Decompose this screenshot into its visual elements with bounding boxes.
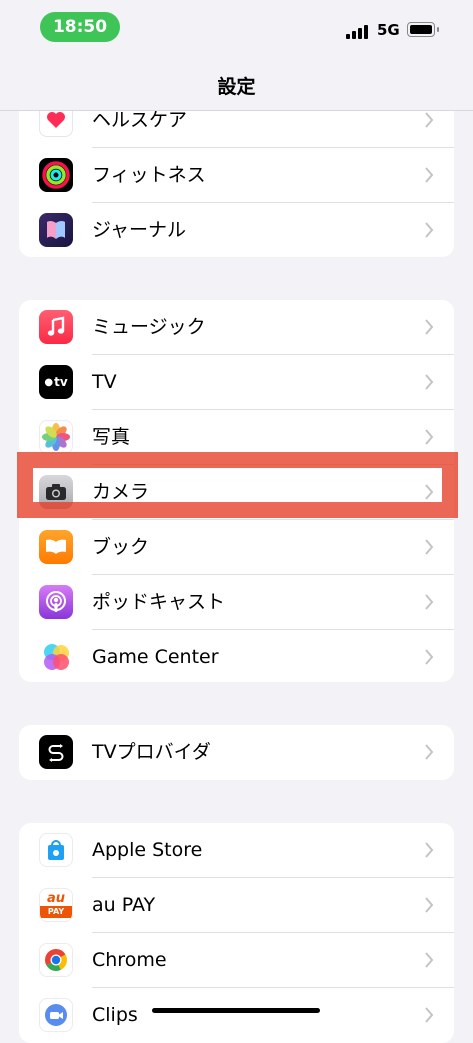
chevron-right-icon	[425, 374, 434, 390]
settings-group-media: ミュージック ● tv TV 写真 カメラ ブック ポッドキャスト Game C…	[19, 300, 454, 682]
settings-row-clips[interactable]: Clips	[19, 988, 454, 1043]
apple-store-icon	[39, 833, 73, 867]
page-title: 設定	[217, 76, 256, 98]
settings-row-books[interactable]: ブック	[19, 520, 454, 575]
settings-row-label: au PAY	[92, 894, 156, 916]
settings-list[interactable]: ヘルスケア フィットネス ジャーナル ミュージック ● tv TV 写真 カメラ…	[0, 0, 473, 1043]
chevron-right-icon	[425, 897, 434, 913]
chevron-right-icon	[425, 539, 434, 555]
settings-row-tv-provider[interactable]: TVプロバイダ	[19, 725, 454, 780]
chrome-icon	[39, 943, 73, 977]
settings-row-podcasts[interactable]: ポッドキャスト	[19, 575, 454, 630]
settings-row-chrome[interactable]: Chrome	[19, 933, 454, 988]
settings-row-label: Game Center	[92, 646, 219, 668]
settings-row-label: Apple Store	[92, 839, 203, 861]
settings-row-fitness[interactable]: フィットネス	[19, 148, 454, 203]
chevron-right-icon	[425, 649, 434, 665]
settings-row-label: 写真	[92, 426, 131, 448]
home-indicator[interactable]	[152, 1008, 320, 1013]
settings-row-photos[interactable]: 写真	[19, 410, 454, 465]
chevron-right-icon	[425, 484, 434, 500]
settings-row-journal[interactable]: ジャーナル	[19, 203, 454, 257]
books-icon	[39, 530, 73, 564]
chevron-right-icon	[425, 952, 434, 968]
settings-row-label: ジャーナル	[92, 219, 187, 241]
chevron-right-icon	[425, 429, 434, 445]
chevron-right-icon	[425, 1007, 434, 1023]
journal-icon	[39, 213, 73, 247]
settings-row-label: ミュージック	[92, 316, 206, 338]
tv-provider-icon	[39, 735, 73, 769]
chevron-right-icon	[425, 594, 434, 610]
chevron-right-icon	[425, 222, 434, 238]
apple-tv-icon: ● tv	[39, 365, 73, 399]
photos-icon	[39, 420, 73, 454]
podcasts-icon	[39, 585, 73, 619]
settings-row-label: ブック	[92, 536, 150, 558]
settings-group-tv-provider: TVプロバイダ	[19, 725, 454, 780]
settings-row-label: Chrome	[92, 949, 167, 971]
settings-row-label: カメラ	[92, 481, 150, 503]
chevron-right-icon	[425, 167, 434, 183]
settings-row-tv[interactable]: ● tv TV	[19, 355, 454, 410]
settings-row-au-pay[interactable]: au PAY au PAY	[19, 878, 454, 933]
settings-row-apple-store[interactable]: Apple Store	[19, 823, 454, 878]
settings-row-label: TVプロバイダ	[92, 741, 211, 763]
chevron-right-icon	[425, 744, 434, 760]
au-pay-icon: au PAY	[39, 888, 73, 922]
camera-icon	[39, 475, 73, 509]
chevron-right-icon	[425, 842, 434, 858]
settings-row-label: TV	[92, 371, 117, 393]
game-center-icon	[39, 640, 73, 674]
chevron-right-icon	[425, 319, 434, 335]
fitness-icon	[39, 158, 73, 192]
settings-row-label: Clips	[92, 1004, 138, 1026]
chevron-right-icon	[425, 112, 434, 128]
navigation-bar: 設定	[0, 58, 473, 111]
settings-row-game-center[interactable]: Game Center	[19, 630, 454, 682]
clips-icon	[39, 998, 73, 1032]
music-icon	[39, 310, 73, 344]
settings-row-label: フィットネス	[92, 164, 206, 186]
settings-row-label: ポッドキャスト	[92, 591, 226, 613]
settings-group-health: ヘルスケア フィットネス ジャーナル	[19, 93, 454, 257]
settings-row-music[interactable]: ミュージック	[19, 300, 454, 355]
settings-row-camera[interactable]: カメラ	[19, 465, 454, 520]
